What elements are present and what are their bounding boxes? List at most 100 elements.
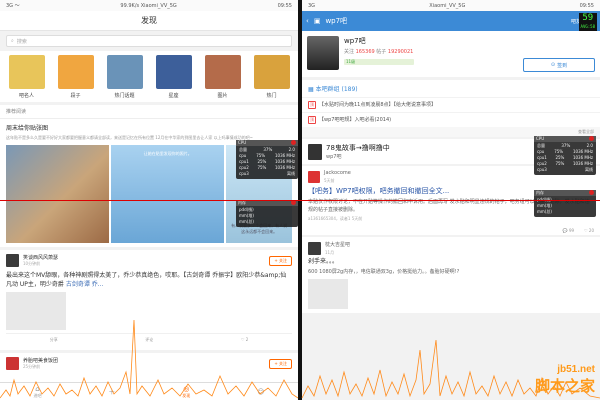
category-thumb [57,55,94,89]
posts-count: 19290021 [387,49,414,55]
cpu-row: cpu3 离线 [537,167,593,172]
avatar[interactable] [6,254,19,267]
tab-profile[interactable]: ☺ [257,388,264,396]
category-label: 吧名人 [18,93,34,99]
group-icon: ▦ [308,86,316,93]
search-placeholder: 搜索 [16,38,27,45]
feed-post[interactable]: 笑谈西风风萧瑟 10分钟前 + 关注 最出来这个MV舔眼，各种神剧照得太美了，乔… [0,250,298,350]
thread-time: 5天前 [324,178,335,183]
close-icon[interactable] [589,190,594,195]
photo-couple[interactable]: 让她在贴里发现你的照片。 [111,145,225,243]
category-label: 段子 [70,93,81,99]
status-bar: 3G Xiaomi_VV_5G 09:55 [302,0,600,11]
category-item[interactable]: 段子 [56,55,96,99]
share-button[interactable]: 分享 [50,337,58,343]
category-label: 图片 [217,93,228,99]
like-count: 2 [245,337,249,342]
search-input[interactable]: ⌕ 搜索 [6,35,292,47]
back-icon[interactable]: ‹ [306,17,309,25]
thread-stats: 💬 99 ♡ 20 [302,226,600,235]
compass-icon: ◎ [183,384,190,393]
photo-elderly-couple[interactable] [6,145,110,243]
cpu-row: cpu3 离线 [239,171,295,176]
category-label: 星座 [168,93,179,99]
avatar[interactable] [308,242,321,255]
close-icon[interactable] [589,136,594,141]
reply-count: 💬 99 [562,228,575,233]
thread-image[interactable] [308,279,348,309]
tab-discover[interactable]: ◎ 发现 [182,385,190,399]
thread-author: 枕大吉星吧 [325,242,351,248]
category-item[interactable]: 星座 [154,55,194,99]
thread-summary: 600 1080屏2g内存，，电信联通双3g，价格挺给力。。备胎好硬啊!? [308,269,460,275]
pin-badge: 顶 [308,116,316,124]
status-center: Xiaomi_VV_5G [429,2,466,9]
close-icon[interactable] [291,140,296,145]
follow-button[interactable]: + 关注 [269,358,292,369]
category-label: 热门话题 [114,93,135,99]
post-author[interactable]: 笑谈西风风萧瑟 [23,254,58,261]
category-thumb [155,55,192,89]
user-icon: ☺ [257,387,265,396]
category-thumb [106,55,143,89]
category-grid: 吧名人 段子 热门话题 星座 图片 热门 [0,51,298,102]
category-label: 热门 [266,93,277,99]
thread-text: 剁手来。。。 [308,258,339,265]
post-time: 25分钟前 [23,364,41,369]
post-actions: 分享 评论 ♡ 2 [6,333,292,346]
topic-title: 周末给你贴张图 [6,125,49,132]
followers-count: 165369 [355,49,375,55]
tab-add[interactable]: ＋ [108,388,115,396]
thread-author: wp7吧 [326,154,342,160]
post-text: 最出来这个MV舔眼，各种神剧照得太美了，乔少恭真绝色，哎耶。【古剑奇谭 乔振宇】… [6,271,292,289]
thread-title: 78鬼故事→撸啊撸中 [326,144,390,152]
post-body: 最出来这个MV舔眼，各种神剧照得太美了，乔少恭真绝色，哎耶。【古剑奇谭 乔振宇】… [6,272,287,288]
page-title: 发现 [0,11,298,31]
frame-time-marker-line [0,200,600,201]
category-item[interactable]: 热门 [252,55,292,99]
forum-stats: 关注 165369 帖子 19290021 [344,49,414,55]
cpu-monitor-widget[interactable]: CPU 总量 37% 2.0 cpu 75% 1036 MHz cpu1 25% 1036 MH… [236,140,298,179]
status-center: 99.9K/s Xiaomi_VV_5G [120,2,177,9]
watermark-name: 脚本之家 [534,377,595,395]
status-time: 09:55 [277,2,292,9]
category-item[interactable]: 热门话题 [105,55,145,99]
home-icon: ⌂ [35,384,40,393]
post-link[interactable]: 古剑奇谭 乔... [66,281,104,288]
status-left: 3G 〜 [6,3,20,9]
like-button[interactable]: ♡ 2 [241,337,248,343]
thread-avatar [308,143,322,160]
post-image[interactable] [6,292,66,330]
forum-avatar [307,36,339,70]
post-time: 10分钟前 [23,261,41,266]
category-item[interactable]: 图片 [203,55,243,99]
memory-row: mm(总) [239,219,254,224]
watermark: jb51.net 脚本之家 [535,364,595,396]
post-author[interactable]: 养胎吧美食饭团 [23,357,58,364]
category-item[interactable]: 吧名人 [7,55,47,99]
category-thumb [204,55,241,89]
search-icon: ⌕ [11,38,14,44]
comment-button[interactable]: 评论 [145,337,153,343]
status-bar: 3G 〜 99.9K/s Xiaomi_VV_5G 09:55 [0,0,298,11]
avatar[interactable] [308,171,320,183]
forum-groups-link[interactable]: ▦ 本吧群组 (189) [302,80,600,97]
cpu-rows: 总量 37% 2.0 cpu 75% 1036 MHz cpu1 25% 1036 MHz cpu… [537,143,593,173]
sign-in-button[interactable]: ⊙ 签到 [523,58,595,72]
forum-info-card: wp7吧 关注 165369 帖子 19290021 11级 ⊙ 签到 [302,31,600,77]
photo-caption: 让她在贴里发现你的照片。 [143,151,192,156]
tab-enter[interactable]: ⌂ 进吧 [33,385,41,399]
memory-monitor-widget[interactable]: 内存 pdd(栈)mm(堆)mm(总) [236,200,298,227]
pinned-notice[interactable]: 顶 【wp7吧吧规】入吧必看(2014) [302,113,600,127]
thread-item[interactable]: 枕大吉星吧 11月 剁手来。。。 600 1080屏2g内存，，电信联通双3g，… [302,237,600,313]
level-badge: 11级 [344,59,414,65]
follow-button[interactable]: + 关注 [269,255,292,266]
like-count: ♡ 20 [584,228,594,233]
forum-title: wp7吧 [325,17,348,25]
memory-monitor-widget[interactable]: 内存 pdd(栈)mm(堆)mm(总) [534,190,596,217]
pinned-notice[interactable]: 顶 【水贴时间为晚11点到凌晨8点】【给大佬说意事项】 [302,98,600,112]
avatar[interactable] [6,357,19,370]
section-label: 推荐阅读 [0,105,298,119]
bottom-tab-bar: ⌂ 进吧 ＋ ◎ 发现 ☺ [0,382,298,400]
cpu-monitor-widget[interactable]: CPU 总量 37% 2.0 cpu 75% 1036 MHz cpu1 25% 1036 MH… [534,136,596,175]
